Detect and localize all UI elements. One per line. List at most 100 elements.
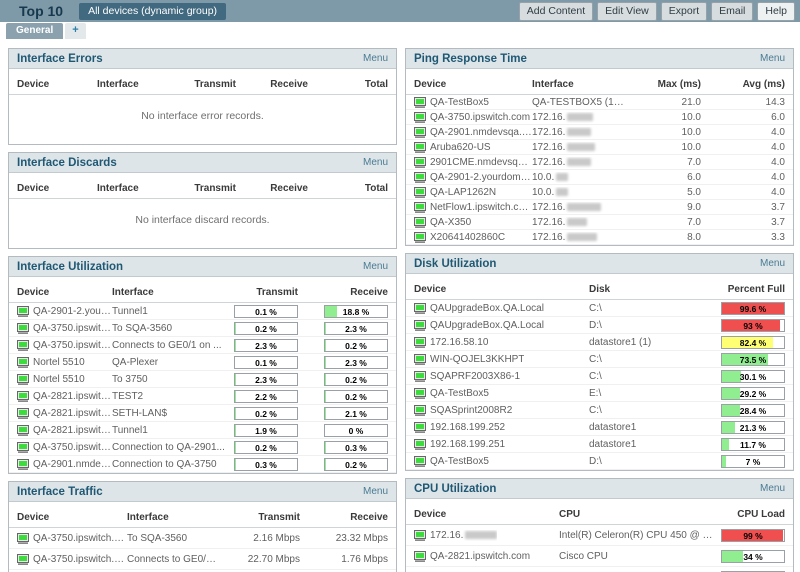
tab-general[interactable]: General xyxy=(6,23,64,39)
edit-view-button[interactable]: Edit View xyxy=(597,1,657,21)
panel-title: Interface Discards xyxy=(17,156,117,169)
add-content-button[interactable]: Add Content xyxy=(518,1,594,21)
table-row[interactable]: 192.168.199.251 datastore1 11.7 % xyxy=(406,436,793,453)
panel-interface-traffic: Interface Traffic Menu Device Interface … xyxy=(8,481,397,572)
menu-link[interactable]: Menu xyxy=(760,53,785,64)
percent-full-cell: 11.7 % xyxy=(717,437,785,451)
receive-value: 2.3 % xyxy=(345,323,367,334)
table-row[interactable]: QA-3750.ipswitch.com 172.16. 10.0 6.0 xyxy=(406,110,793,125)
device-cell: QA-3750.ipswitch.com xyxy=(414,111,532,123)
table-row[interactable]: QA-2901.nmdevsqa... Connection to QA-375… xyxy=(9,456,396,473)
col-max-ms: Max (ms) xyxy=(657,79,701,90)
redacted-ip xyxy=(567,112,594,121)
table-row[interactable]: QA-2901-2.yourdo... Tunnel1 0.1 % 18.8 % xyxy=(9,303,396,320)
col-percent-full: Percent Full xyxy=(727,284,785,295)
percent-full-bar: 28.4 % xyxy=(721,403,785,417)
table-row[interactable]: QA-TestBox5 QA-TESTBOX5 (172.16.59.150) … xyxy=(406,95,793,110)
menu-link[interactable]: Menu xyxy=(363,261,388,272)
export-button[interactable]: Export xyxy=(660,1,708,21)
table-row[interactable]: QA-2821.ipswitch.com Tunnel1 1.9 % 0 % xyxy=(9,422,396,439)
toolbar: Add Content Edit View Export Email Help xyxy=(518,1,795,21)
transmit-cell: 0.1 % xyxy=(226,304,298,318)
interface-name: Connects to GE0/1 on QA Router xyxy=(127,553,220,565)
percent-full-cell: 21.3 % xyxy=(717,420,785,434)
device-name: 192.168.199.252 xyxy=(430,421,506,433)
device-cell: QA-3750.ipswitch.com xyxy=(17,339,112,351)
max-ms-value: 21.0 xyxy=(681,96,701,108)
menu-link[interactable]: Menu xyxy=(760,483,785,494)
table-row[interactable]: Aruba620-US 172.16. 10.0 4.0 xyxy=(406,140,793,155)
device-group-button[interactable]: All devices (dynamic group) xyxy=(79,2,227,20)
table-row[interactable]: QAUpgradeBox.QA.Local C:\ 99.6 % xyxy=(406,300,793,317)
device-icon xyxy=(414,529,426,541)
receive-cell: 2.3 % xyxy=(298,321,388,335)
redacted-ip xyxy=(567,232,598,241)
table-row[interactable]: QA-3750.ipswitch.com To SQA-3560 0.2 % 2… xyxy=(9,320,396,337)
max-ms-value: 6.0 xyxy=(687,171,701,183)
menu-link[interactable]: Menu xyxy=(363,486,388,497)
menu-link[interactable]: Menu xyxy=(363,157,388,168)
col-device: Device xyxy=(17,287,50,298)
table-row[interactable]: QA-LAP1262N 10.0. 5.0 4.0 xyxy=(406,185,793,200)
percent-full-cell: 99.6 % xyxy=(717,301,785,315)
table-row[interactable]: QA-2821.ipswitch.com TEST2 2.2 % 0.2 % xyxy=(9,388,396,405)
table-row[interactable]: Nortel 5510 To 3750 2.3 % 0.2 % xyxy=(9,371,396,388)
device-name: QA-2901.nmdevsqa.com xyxy=(430,126,532,138)
menu-link[interactable]: Menu xyxy=(363,53,388,64)
device-icon xyxy=(414,231,426,243)
table-row[interactable]: QA-2821.ipswitch.com SETH-LAN$ 0.2 % 2.1… xyxy=(9,405,396,422)
table-row[interactable]: QAUpgradeBox.QA.Local D:\ 93 % xyxy=(406,317,793,334)
email-button[interactable]: Email xyxy=(711,1,754,21)
table-row[interactable]: QA-3750.ipswitch.com Cisco CPU 27 % xyxy=(406,567,793,572)
col-device: Device xyxy=(414,509,447,520)
table-row[interactable]: QA-X350 172.16. 7.0 3.7 xyxy=(406,215,793,230)
device-name: SQASprint2008R2 xyxy=(430,404,513,416)
redacted-ip xyxy=(465,530,498,539)
receive-value: 0.2 % xyxy=(345,391,367,402)
table-row[interactable]: QA-TestBox5 E:\ 29.2 % xyxy=(406,385,793,402)
table-row[interactable]: QA-2901.nmdevsqa.com 172.16. 10.0 4.0 xyxy=(406,125,793,140)
device-name: Nortel 5510 xyxy=(33,373,85,385)
panel-interface-utilization: Interface Utilization Menu Device Interf… xyxy=(8,256,397,474)
table-row[interactable]: 172.16.58.10 datastore1 (1) 82.4 % xyxy=(406,334,793,351)
transmit-bar: 2.3 % xyxy=(234,372,298,386)
table-row[interactable]: WIN-QOJEL3KKHPT C:\ 73.5 % xyxy=(406,351,793,368)
table-row[interactable]: NetFlow1.ipswitch.com 172.16. 9.0 3.7 xyxy=(406,200,793,215)
percent-full-cell: 93 % xyxy=(717,318,785,332)
help-button[interactable]: Help xyxy=(757,1,795,21)
transmit-bar: 1.9 % xyxy=(234,423,298,437)
max-ms-value: 8.0 xyxy=(687,231,701,243)
cpu-load-bar: 34 % xyxy=(721,549,785,563)
table-row[interactable]: QA-3750.ipswitch.com Connection to QA-29… xyxy=(9,439,396,456)
device-cell: QA-3750.ipswitch.com xyxy=(17,532,127,544)
max-ms-value: 10.0 xyxy=(681,126,701,138)
disk-name: E:\ xyxy=(589,387,602,399)
redacted-ip xyxy=(567,217,588,226)
percent-full-bar: 7 % xyxy=(721,454,785,468)
table-row[interactable]: QA-3750.ipswitch.com To SQA-3560 2.16 Mb… xyxy=(9,528,396,549)
table-row[interactable]: SQASprint2008R2 C:\ 28.4 % xyxy=(406,402,793,419)
cpu-load-bar: 99 % xyxy=(721,528,785,542)
avg-ms-value: 3.7 xyxy=(771,216,785,228)
table-row[interactable]: QA-2821.ipswitch.com Cisco CPU 34 % xyxy=(406,546,793,567)
transmit-value: 2.3 % xyxy=(255,340,277,351)
left-column: Interface Errors Menu Device Interface T… xyxy=(8,48,397,572)
table-row[interactable]: 2901CME.nmdevsqa.com 172.16. 7.0 4.0 xyxy=(406,155,793,170)
table-row[interactable]: QA-3750.ipswitch.com Connects to GE0/1 o… xyxy=(9,549,396,570)
table-row[interactable]: 192.168.199.252 datastore1 21.3 % xyxy=(406,419,793,436)
device-name: X20641402860C xyxy=(430,231,506,243)
table-row[interactable]: X20641402860C 172.16. 8.0 3.3 xyxy=(406,230,793,245)
redacted-ip xyxy=(567,142,596,151)
table-row[interactable]: QA-2901-2.yourdomain.com 10.0. 6.0 4.0 xyxy=(406,170,793,185)
device-cell: QA-TestBox5 xyxy=(414,96,532,108)
table-row[interactable]: 172.16. Intel(R) Celeron(R) CPU 450 @ 2.… xyxy=(406,525,793,546)
table-row[interactable]: QA-TestBox5 D:\ 7 % xyxy=(406,453,793,470)
panel-title: Interface Traffic xyxy=(17,485,103,498)
add-tab-button[interactable]: + xyxy=(65,23,86,39)
receive-cell: 0.3 % xyxy=(298,440,388,454)
menu-link[interactable]: Menu xyxy=(760,258,785,269)
table-row[interactable]: Nortel 5510 QA-Plexer 0.1 % 2.3 % xyxy=(9,354,396,371)
table-row[interactable]: SQAPRF2003X86-1 C:\ 30.1 % xyxy=(406,368,793,385)
device-cell: QA-TestBox5 xyxy=(414,387,589,399)
table-row[interactable]: QA-3750.ipswitch.com Connects to GE0/1 o… xyxy=(9,337,396,354)
